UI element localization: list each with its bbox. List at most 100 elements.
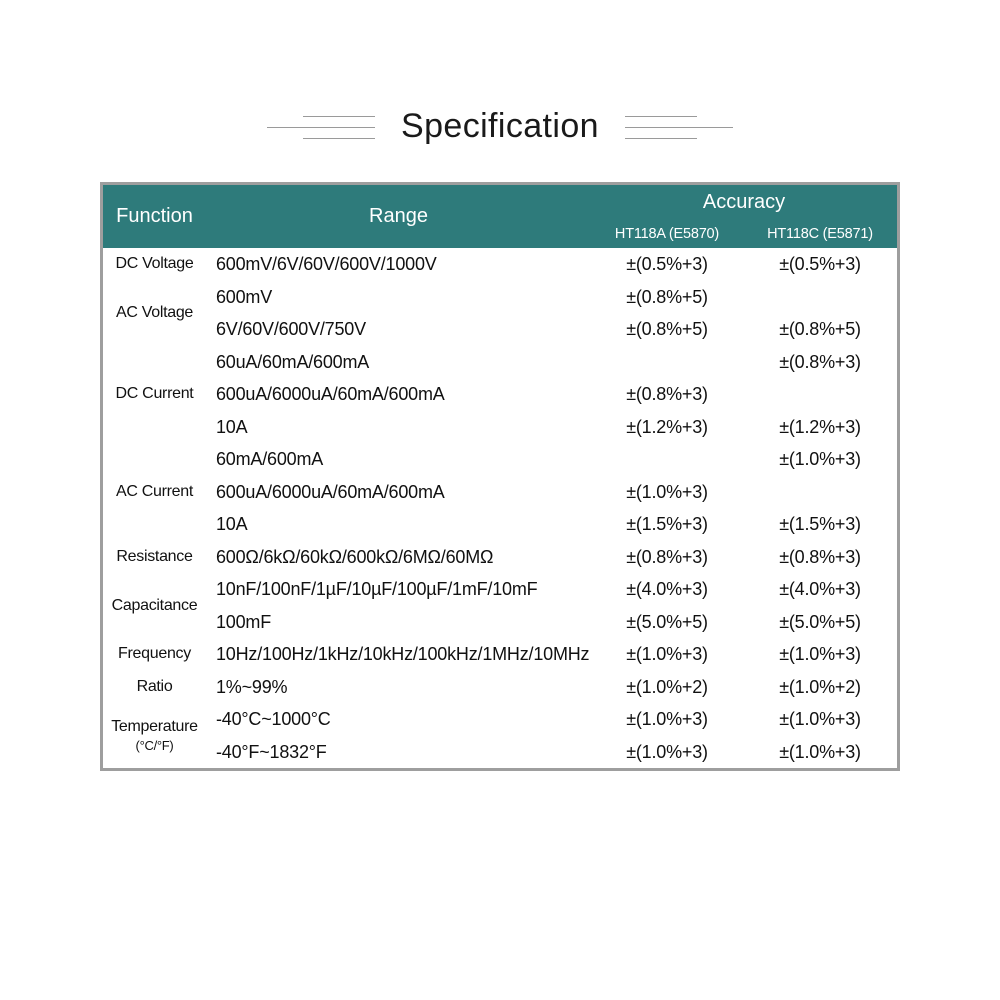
accuracy-value-ht118c [743, 476, 897, 509]
table-row: Frequency 10Hz/100Hz/1kHz/10kHz/100kHz/1M… [103, 638, 897, 671]
cell-accuracy-ht118c: ±(1.0%+3) [743, 443, 897, 476]
cell-accuracy-ht118c: ±(1.0%+2) [743, 670, 897, 704]
accuracy-value-ht118c: ±(1.0%+3) [779, 644, 861, 665]
accuracy-value-ht118c: ±(0.8%+3) [779, 546, 861, 567]
cell-accuracy-ht118c: ±(1.5%+3) [743, 508, 897, 541]
table-row: Capacitance 10nF/100nF/1µF/10µF/100µF/1mF… [103, 573, 897, 639]
function-label: DC Current [115, 385, 194, 403]
cell-range: 10A [206, 410, 591, 444]
title-decoration-right-icon [624, 104, 733, 150]
cell-function: AC Current [103, 443, 206, 541]
accuracy-value-ht118a: ±(1.0%+3) [626, 481, 708, 502]
cell-range: -40°F~1832°F [206, 735, 591, 769]
cell-accuracy-ht118c [743, 475, 897, 509]
cell-function: Resistance [103, 540, 206, 574]
table-row: DC Current 60uA/60mA/600mA ±(0.8%+3) [103, 345, 897, 444]
title-decoration-left-icon [267, 104, 375, 150]
table-header-row-main: Function Range Accuracy [103, 185, 897, 249]
cell-accuracy-ht118a: ±(1.0%+2) [591, 670, 743, 704]
range-value: 1%~99% [216, 676, 288, 697]
accuracy-value-ht118a: ±(0.8%+5) [626, 319, 708, 340]
cell-range: 10Hz/100Hz/1kHz/10kHz/100kHz/1MHz/10MHz [206, 638, 591, 671]
range-value: 10Hz/100Hz/1kHz/10kHz/100kHz/1MHz/10MHz [216, 644, 590, 665]
cell-range: 600mV [206, 280, 591, 314]
column-header-model-ht118c: HT118C (E5871) [743, 220, 897, 249]
range-value: -40°C~1000°C [216, 709, 331, 730]
function-label: Temperature (°C/°F) [111, 718, 198, 753]
accuracy-value-ht118c: ±(1.0%+3) [779, 709, 861, 730]
page-title: Specification [401, 107, 599, 146]
function-label: AC Voltage [115, 304, 194, 322]
cell-accuracy-ht118c: ±(0.5%+3) [743, 248, 897, 281]
range-value: 10nF/100nF/1µF/10µF/100µF/1mF/10mF [216, 579, 538, 600]
cell-accuracy-ht118c: ±(0.8%+3) [743, 540, 897, 574]
cell-accuracy-ht118a: ±(5.0%+5) [591, 605, 743, 639]
function-label: Ratio [136, 677, 173, 695]
accuracy-value-ht118c: ±(0.8%+5) [779, 319, 861, 340]
cell-function: Temperature (°C/°F) [103, 703, 206, 769]
accuracy-value-ht118a: ±(1.0%+3) [626, 741, 708, 762]
cell-accuracy-ht118a: ±(4.0%+3) [591, 573, 743, 606]
column-header-accuracy: Accuracy [591, 185, 897, 220]
cell-function: DC Voltage [103, 248, 206, 281]
table-header: Function Range Accuracy HT118A (E5870) H… [103, 185, 897, 249]
cell-accuracy-ht118a: ±(1.5%+3) [591, 508, 743, 541]
accuracy-value-ht118a: ±(0.5%+3) [626, 254, 708, 275]
function-label: Resistance [116, 547, 193, 565]
cell-accuracy-ht118c [743, 280, 897, 314]
function-label: DC Voltage [115, 255, 194, 273]
cell-range: 1%~99% [206, 670, 591, 704]
range-value: 10A [216, 514, 248, 535]
table-row: 10A ±(1.5%+3) ±(1.5%+3) [103, 508, 897, 541]
column-header-function: Function [103, 185, 206, 249]
table-row: Ratio 1%~99% ±(1.0%+2) ±(1.0%+2) [103, 670, 897, 704]
column-header-range: Range [206, 185, 591, 249]
cell-accuracy-ht118a: ±(0.5%+3) [591, 248, 743, 281]
accuracy-value-ht118a [591, 443, 743, 476]
table-row: 600uA/6000uA/60mA/600mA ±(1.0%+3) [103, 475, 897, 509]
accuracy-value-ht118c: ±(0.5%+3) [779, 254, 861, 275]
cell-accuracy-ht118c: ±(0.8%+3) [743, 345, 897, 379]
cell-accuracy-ht118a: ±(1.0%+3) [591, 475, 743, 509]
cell-range: 10nF/100nF/1µF/10µF/100µF/1mF/10mF [206, 573, 591, 606]
range-value: 600mV [216, 286, 273, 307]
cell-accuracy-ht118a [591, 443, 743, 476]
accuracy-value-ht118a: ±(1.0%+3) [626, 709, 708, 730]
table-row: 100mF ±(5.0%+5) ±(5.0%+5) [103, 605, 897, 639]
range-value: 60mA/600mA [216, 449, 324, 470]
cell-accuracy-ht118a [591, 345, 743, 379]
range-value: -40°F~1832°F [216, 741, 327, 762]
cell-range: 600mV/6V/60V/600V/1000V [206, 248, 591, 281]
accuracy-value-ht118c: ±(5.0%+5) [779, 611, 861, 632]
table-body: DC Voltage 600mV/6V/60V/600V/1000V ±(0.5%+… [103, 248, 897, 769]
cell-function: AC Voltage [103, 280, 206, 346]
cell-accuracy-ht118c: ±(1.0%+3) [743, 638, 897, 671]
cell-accuracy-ht118c: ±(1.0%+3) [743, 735, 897, 769]
range-value: 600uA/6000uA/60mA/600mA [216, 384, 445, 405]
cell-function: Ratio [103, 670, 206, 704]
accuracy-value-ht118a: ±(4.0%+3) [626, 579, 708, 600]
cell-function: DC Current [103, 345, 206, 444]
cell-accuracy-ht118c [743, 378, 897, 411]
cell-accuracy-ht118c: ±(5.0%+5) [743, 605, 897, 639]
accuracy-value-ht118c: ±(4.0%+3) [779, 579, 861, 600]
specification-table: Function Range Accuracy HT118A (E5870) H… [100, 182, 900, 772]
accuracy-value-ht118a: ±(1.5%+3) [626, 514, 708, 535]
specification-table-container: Function Range Accuracy HT118A (E5870) H… [100, 182, 900, 772]
accuracy-value-ht118c: ±(1.0%+3) [779, 449, 861, 470]
cell-function: Capacitance [103, 573, 206, 639]
accuracy-value-ht118c: ±(1.2%+3) [779, 416, 861, 437]
cell-range: 600Ω/6kΩ/60kΩ/600kΩ/6MΩ/60MΩ [206, 540, 591, 574]
accuracy-value-ht118a [591, 346, 743, 379]
column-header-model-ht118a: HT118A (E5870) [591, 220, 743, 249]
accuracy-value-ht118a: ±(0.8%+5) [626, 286, 708, 307]
function-label: Capacitance [111, 596, 198, 614]
cell-accuracy-ht118a: ±(0.8%+5) [591, 280, 743, 314]
table-row: AC Current 60mA/600mA ±(1.0%+3) [103, 443, 897, 541]
accuracy-value-ht118c: ±(1.0%+3) [779, 741, 861, 762]
range-value: 60uA/60mA/600mA [216, 351, 370, 372]
accuracy-value-ht118a: ±(0.8%+3) [626, 384, 708, 405]
accuracy-value-ht118a: ±(0.8%+3) [626, 546, 708, 567]
accuracy-value-ht118c [743, 281, 897, 314]
specification-page: Specification Function Range Accuracy HT… [0, 0, 1000, 1000]
